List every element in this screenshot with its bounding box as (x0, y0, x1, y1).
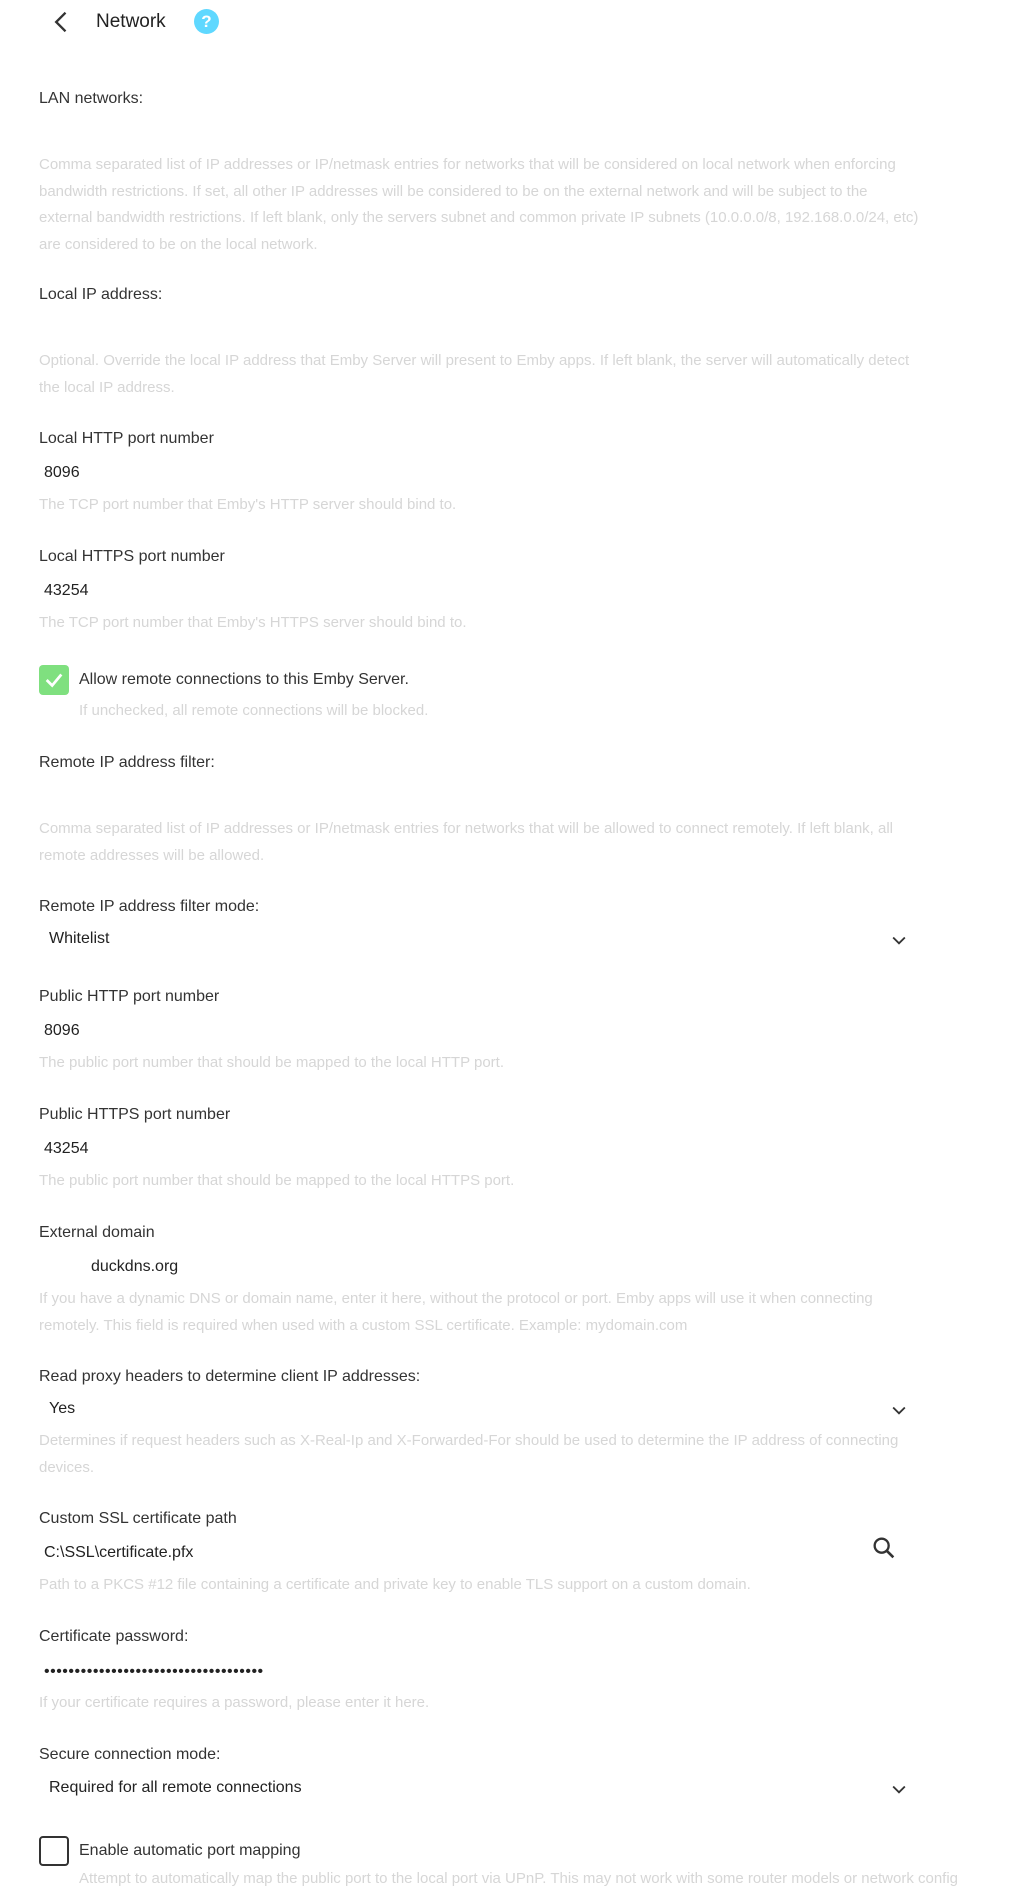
public-https-port-input[interactable]: 43254 (44, 1140, 89, 1158)
read-proxy-headers-label: Read proxy headers to determine client I… (39, 1368, 421, 1385)
local-https-port-description: The TCP port number that Emby's HTTPS se… (39, 614, 467, 631)
local-http-port-label: Local HTTP port number (39, 430, 214, 447)
ssl-cert-path-description: Path to a PKCS #12 file containing a cer… (39, 1576, 751, 1593)
remote-ip-filter-mode-value: Whitelist (49, 930, 110, 947)
chevron-left-icon (54, 11, 67, 33)
secure-connection-mode-value: Required for all remote connections (49, 1779, 302, 1796)
back-button[interactable] (48, 8, 76, 36)
local-http-port-input[interactable]: 8096 (44, 464, 80, 482)
read-proxy-headers-value: Yes (49, 1400, 76, 1417)
public-http-port-description: The public port number that should be ma… (39, 1054, 504, 1071)
help-icon[interactable]: ? (194, 9, 219, 34)
local-ip-input[interactable] (39, 314, 909, 344)
chevron-down-icon (892, 1785, 906, 1794)
read-proxy-headers-description: Determines if request headers such as X-… (39, 1432, 899, 1476)
secure-connection-mode-select[interactable]: Required for all remote connections (39, 1773, 909, 1805)
checkmark-icon (45, 673, 63, 688)
external-domain-description: If you have a dynamic DNS or domain name… (39, 1290, 873, 1334)
local-https-port-input[interactable]: 43254 (44, 582, 89, 600)
auto-port-mapping-checkbox[interactable] (39, 1836, 69, 1866)
lan-networks-input[interactable] (39, 118, 909, 148)
ssl-cert-path-input[interactable]: C:\SSL\certificate.pfx (44, 1544, 193, 1562)
external-domain-input[interactable]: duckdns.org (91, 1258, 178, 1276)
lan-networks-description: Comma separated list of IP addresses or … (39, 156, 919, 253)
local-https-port-label: Local HTTPS port number (39, 548, 225, 565)
remote-ip-filter-mode-select[interactable]: Whitelist (39, 924, 909, 956)
lan-networks-label: LAN networks: (39, 90, 144, 107)
allow-remote-description: If unchecked, all remote connections wil… (79, 702, 429, 719)
chevron-down-icon (892, 936, 906, 945)
page-header: Network ? (0, 0, 1030, 44)
page-title: Network (96, 11, 166, 32)
cert-password-input[interactable]: •••••••••••••••••••••••••••••••••••• (44, 1663, 264, 1681)
external-domain-label: External domain (39, 1224, 155, 1241)
public-http-port-label: Public HTTP port number (39, 988, 220, 1005)
local-http-port-description: The TCP port number that Emby's HTTP ser… (39, 496, 457, 513)
local-ip-label: Local IP address: (39, 286, 163, 303)
ssl-cert-path-label: Custom SSL certificate path (39, 1510, 237, 1527)
cert-password-label: Certificate password: (39, 1628, 189, 1645)
read-proxy-headers-select[interactable]: Yes (39, 1394, 909, 1426)
secure-connection-mode-label: Secure connection mode: (39, 1746, 221, 1763)
browse-button[interactable] (870, 1534, 898, 1562)
public-http-port-input[interactable]: 8096 (44, 1022, 80, 1040)
allow-remote-label: Allow remote connections to this Emby Se… (79, 671, 409, 688)
chevron-down-icon (892, 1406, 906, 1415)
allow-remote-checkbox[interactable] (39, 665, 69, 695)
auto-port-mapping-description: Attempt to automatically map the public … (79, 1870, 959, 1886)
remote-ip-filter-input[interactable] (39, 782, 909, 812)
remote-ip-filter-mode-label: Remote IP address filter mode: (39, 898, 260, 915)
cert-password-description: If your certificate requires a password,… (39, 1694, 430, 1711)
public-https-port-description: The public port number that should be ma… (39, 1172, 515, 1189)
auto-port-mapping-label: Enable automatic port mapping (79, 1842, 301, 1859)
search-icon (873, 1537, 895, 1559)
local-ip-description: Optional. Override the local IP address … (39, 352, 910, 396)
remote-ip-filter-label: Remote IP address filter: (39, 754, 215, 771)
public-https-port-label: Public HTTPS port number (39, 1106, 231, 1123)
remote-ip-filter-description: Comma separated list of IP addresses or … (39, 820, 894, 864)
